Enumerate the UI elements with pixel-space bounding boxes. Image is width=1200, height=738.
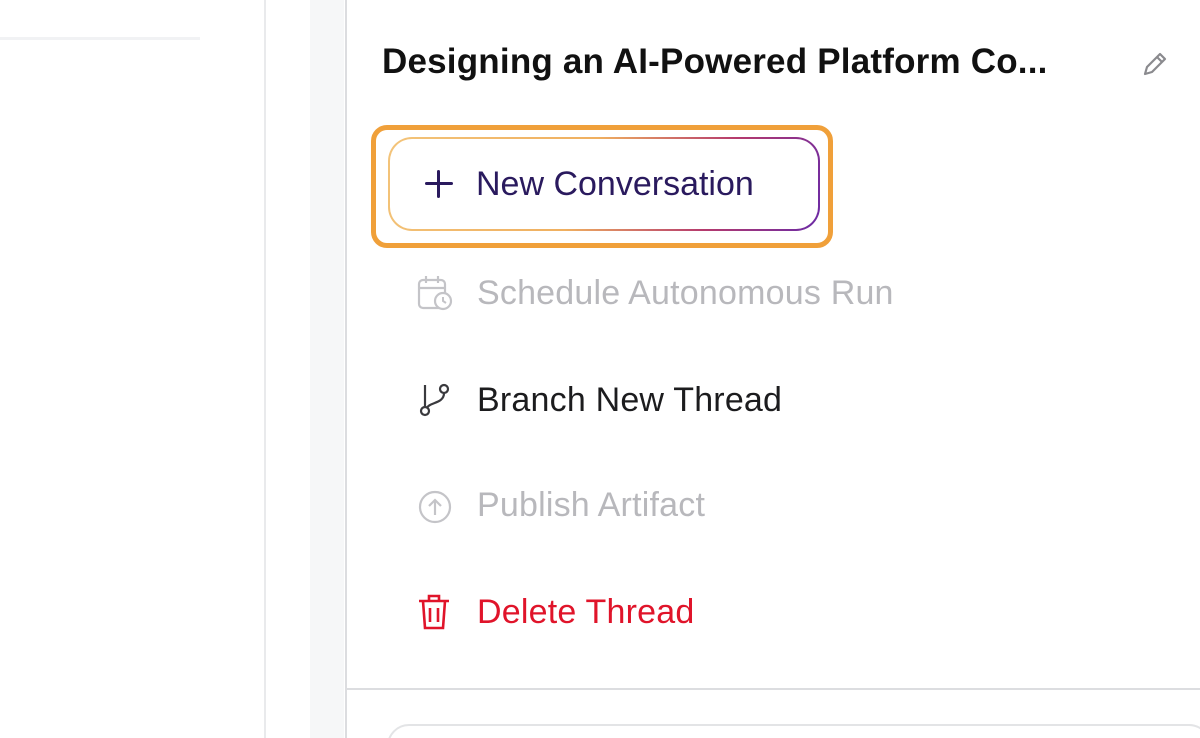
new-conversation-button[interactable]: New Conversation — [388, 137, 820, 231]
branch-new-thread-label: Branch New Thread — [477, 380, 783, 419]
delete-thread-item[interactable]: Delete Thread — [415, 592, 694, 632]
panel-divider — [347, 688, 1200, 690]
publish-artifact-label: Publish Artifact — [477, 485, 706, 524]
schedule-autonomous-run-label: Schedule Autonomous Run — [477, 273, 894, 312]
scrollbar[interactable] — [310, 0, 644, 738]
pencil-icon[interactable] — [1137, 48, 1171, 82]
gutter — [266, 0, 310, 738]
delete-thread-label: Delete Thread — [477, 592, 695, 631]
plus-icon — [422, 167, 456, 201]
left-column — [0, 0, 264, 738]
schedule-autonomous-run-item[interactable]: Schedule Autonomous Run — [415, 273, 894, 313]
publish-artifact-item[interactable]: Publish Artifact — [415, 485, 705, 525]
thread-actions-popover: Designing an AI-Powered Platform Co... N… — [345, 0, 1200, 738]
thread-title: Designing an AI-Powered Platform Co... — [382, 42, 1048, 81]
trash-icon — [415, 592, 455, 632]
app-frame: Designing an AI-Powered Platform Co... N… — [0, 0, 1200, 738]
faint-divider — [0, 37, 200, 40]
calendar-clock-icon — [415, 273, 455, 313]
upload-circle-icon — [415, 485, 455, 525]
new-conversation-label: New Conversation — [476, 164, 754, 203]
branch-icon — [415, 380, 455, 420]
branch-new-thread-item[interactable]: Branch New Thread — [415, 380, 782, 420]
bottom-input-edge — [387, 724, 1200, 738]
new-conversation-button-inner[interactable]: New Conversation — [390, 139, 818, 229]
